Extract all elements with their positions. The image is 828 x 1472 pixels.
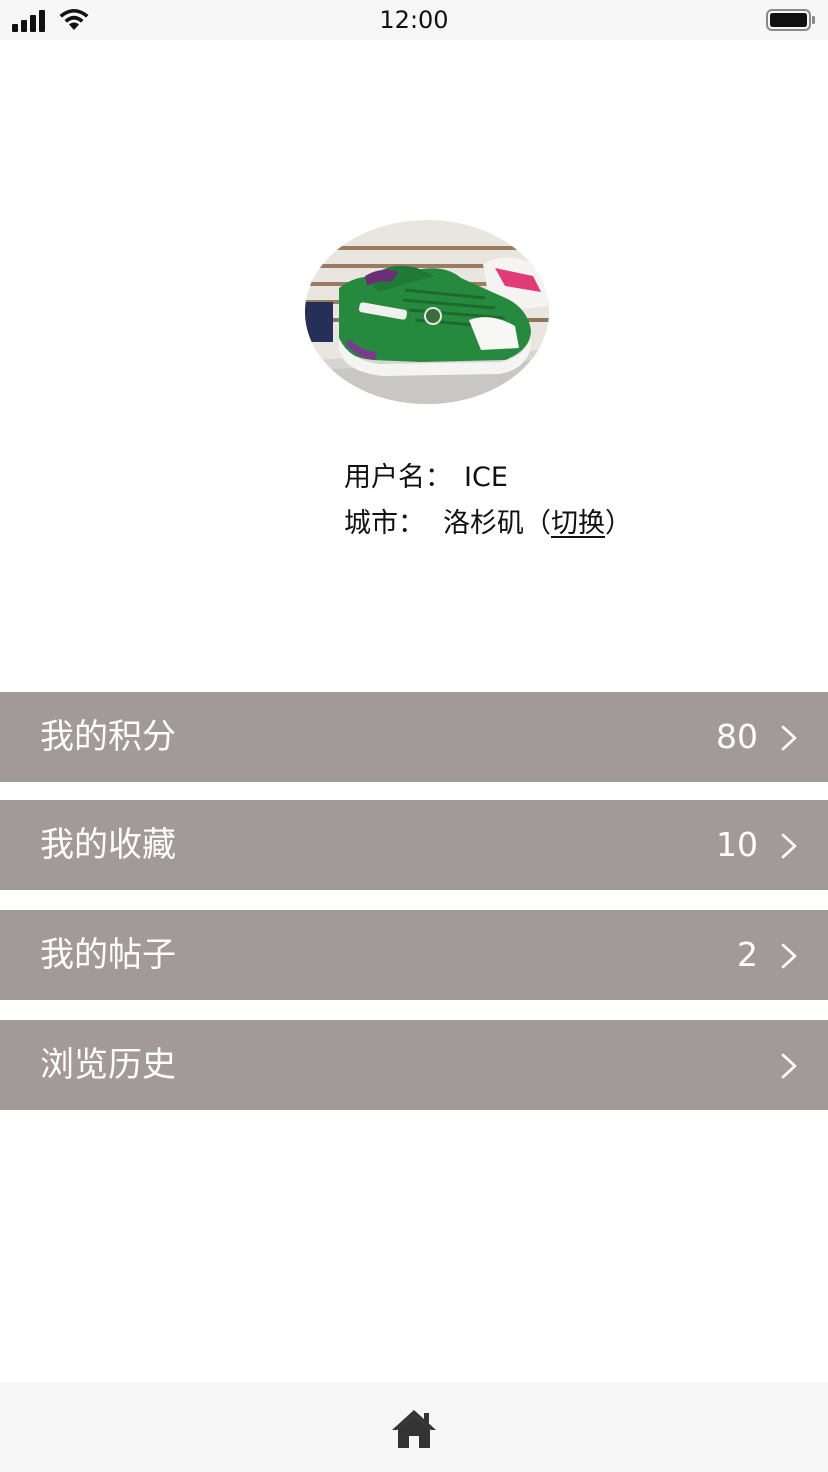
avatar[interactable] xyxy=(305,220,549,404)
menu-item-label: 我的帖子 xyxy=(40,935,176,975)
menu-item-label: 我的收藏 xyxy=(40,825,176,865)
city-row: 城市： 洛杉矶（切换） xyxy=(344,507,632,541)
menu-item-count: 80 xyxy=(716,717,758,756)
status-bar: 12:00 xyxy=(0,0,828,40)
city-name: 洛杉矶 xyxy=(443,508,524,539)
menu-item-label: 浏览历史 xyxy=(40,1045,176,1085)
paren-open: （ xyxy=(524,508,551,539)
status-time: 12:00 xyxy=(379,6,449,34)
city-label: 城市： xyxy=(344,508,425,539)
chevron-right-icon xyxy=(781,1053,797,1079)
city-value: 洛杉矶（切换） xyxy=(443,507,632,541)
paren-close: ） xyxy=(605,508,632,539)
username-row: 用户名： ICE xyxy=(344,461,508,495)
menu-item-history[interactable]: 浏览历史 xyxy=(0,1020,828,1110)
menu-item-favorites[interactable]: 我的收藏 10 xyxy=(0,800,828,890)
username-value: ICE xyxy=(464,462,508,493)
menu-item-points[interactable]: 我的积分 80 xyxy=(0,692,828,782)
home-icon[interactable] xyxy=(391,1409,437,1449)
menu-item-label: 我的积分 xyxy=(40,717,176,757)
menu-item-count: 2 xyxy=(737,935,758,974)
menu-item-count: 10 xyxy=(716,825,758,864)
avatar-image xyxy=(305,220,549,404)
menu-item-posts[interactable]: 我的帖子 2 xyxy=(0,910,828,1000)
chevron-right-icon xyxy=(781,943,797,969)
tab-bar xyxy=(0,1382,828,1472)
username-label: 用户名： xyxy=(344,462,452,493)
switch-city-link[interactable]: 切换 xyxy=(551,508,605,539)
chevron-right-icon xyxy=(781,725,797,751)
chevron-right-icon xyxy=(781,833,797,859)
battery-icon xyxy=(766,9,815,31)
